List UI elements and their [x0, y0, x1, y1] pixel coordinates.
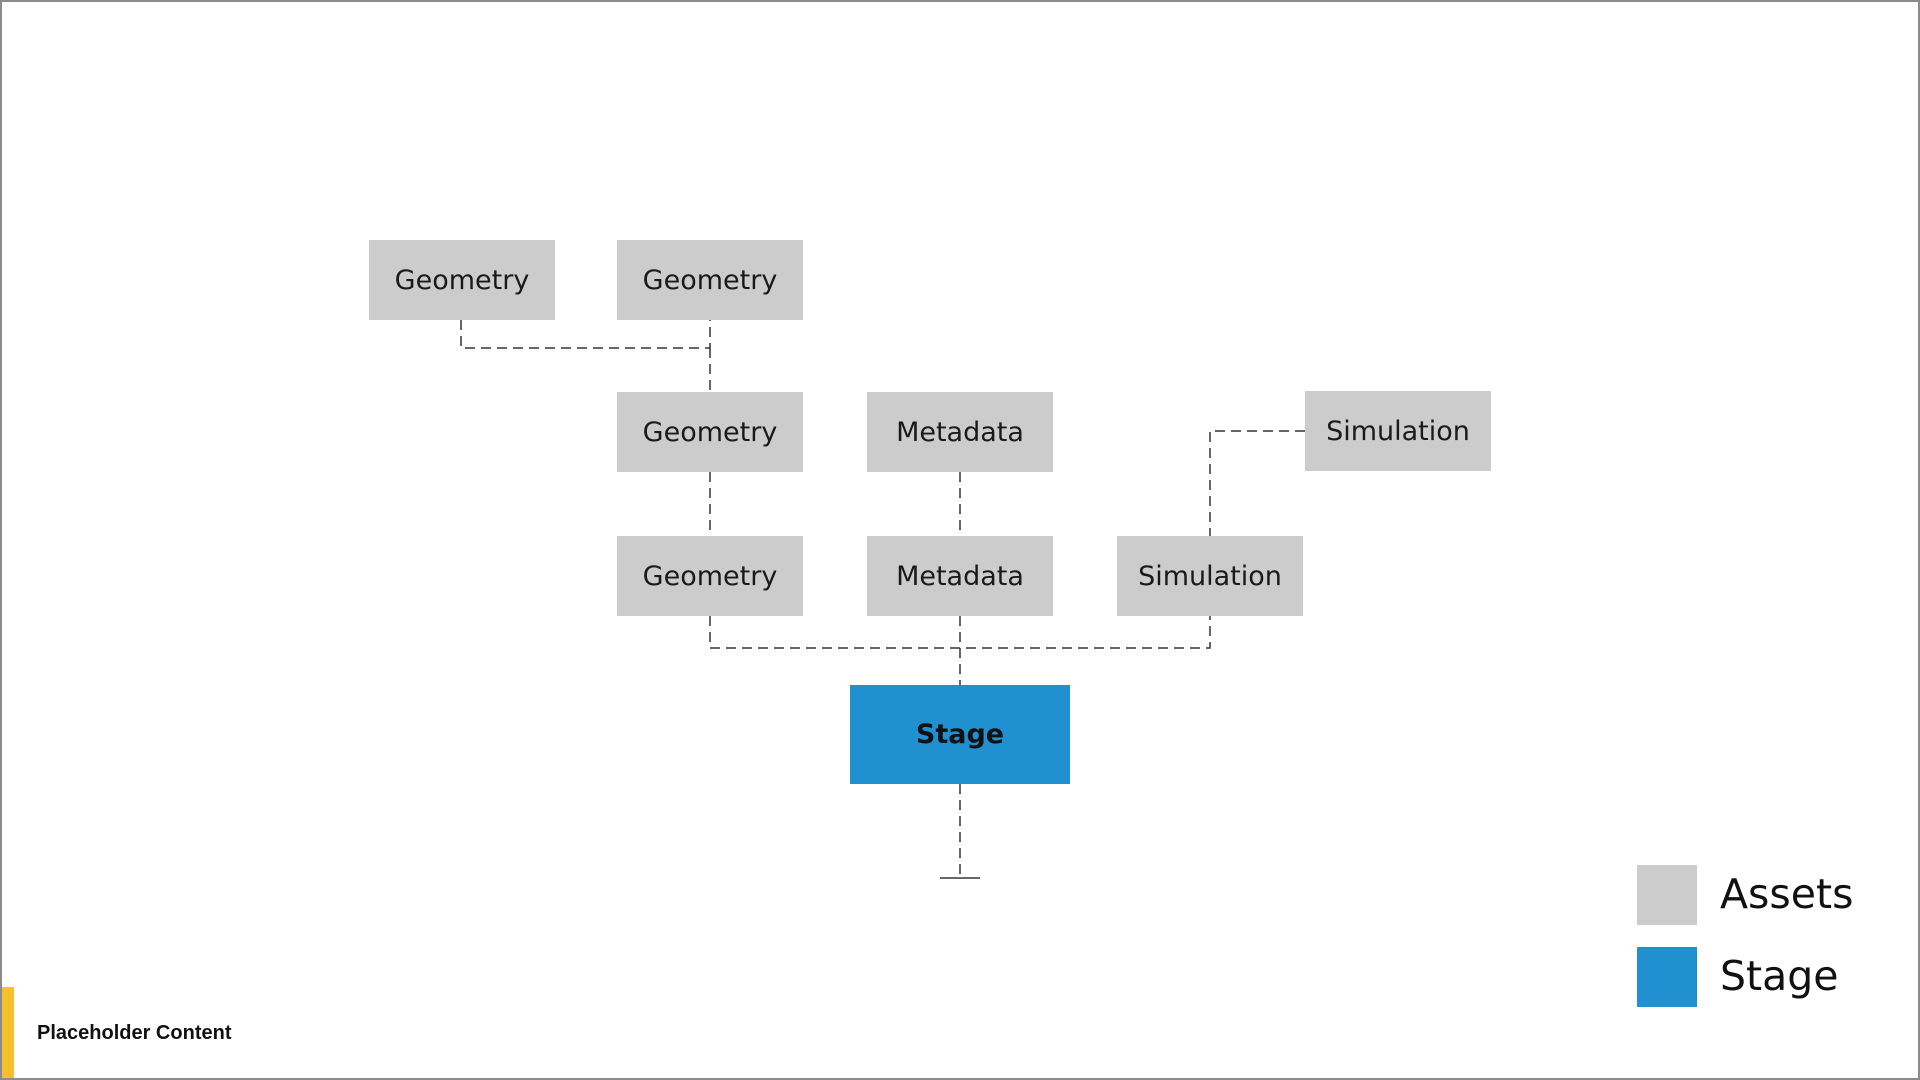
connector-simulation-right-to-low	[1209, 430, 1305, 536]
stage-node: Stage	[850, 685, 1070, 784]
legend-stage-swatch	[1637, 947, 1697, 1007]
geometry-node: Geometry	[617, 392, 803, 472]
metadata-node: Metadata	[867, 392, 1053, 472]
geometry-node: Geometry	[617, 536, 803, 616]
connector-geometry-top	[460, 320, 711, 349]
footer-accent-bar	[2, 987, 14, 1078]
simulation-node: Simulation	[1305, 391, 1491, 471]
legend-assets-swatch	[1637, 865, 1697, 925]
metadata-node: Metadata	[867, 536, 1053, 616]
legend-stage-label: Stage	[1720, 952, 1839, 1000]
geometry-node: Geometry	[369, 240, 555, 320]
footer-placeholder-text: Placeholder Content	[37, 1022, 232, 1044]
simulation-node: Simulation	[1117, 536, 1303, 616]
legend-assets-label: Assets	[1720, 870, 1854, 918]
geometry-node: Geometry	[617, 240, 803, 320]
